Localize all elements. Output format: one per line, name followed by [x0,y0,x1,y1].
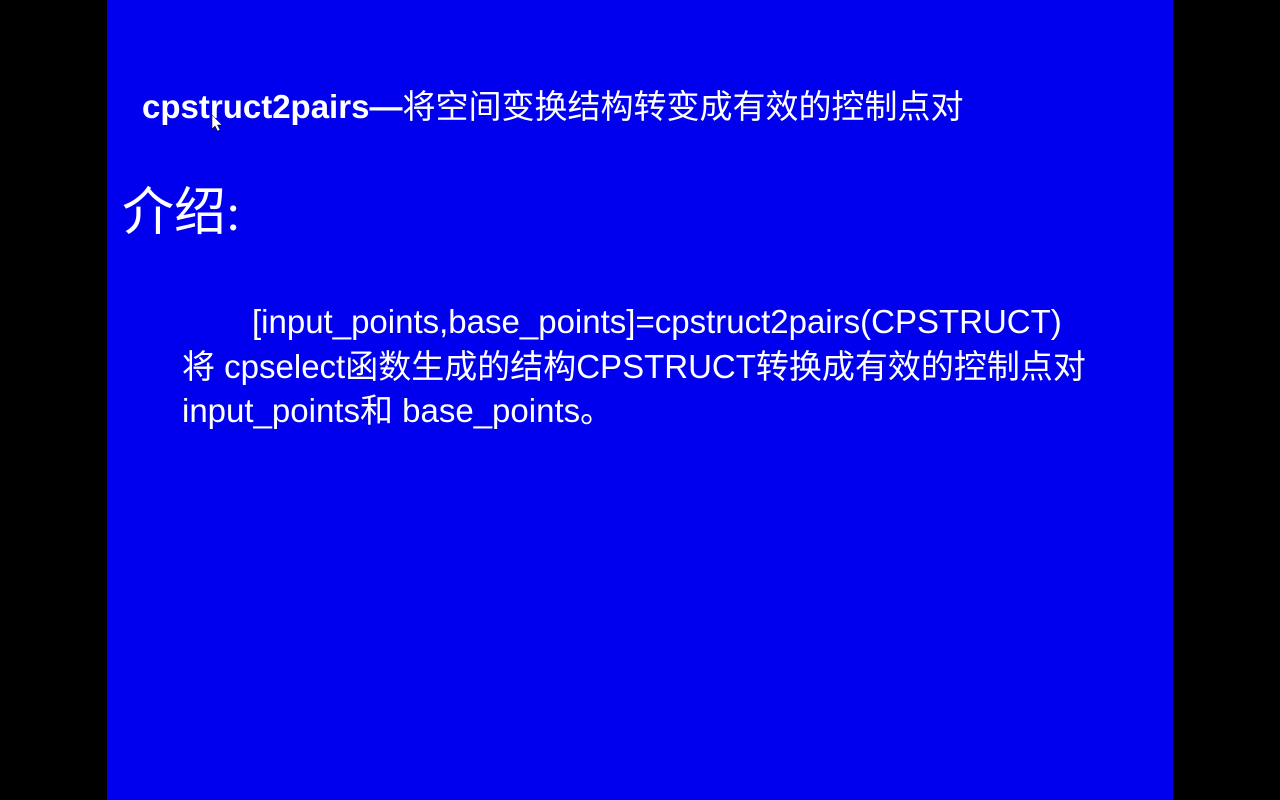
title-dash: — [369,88,402,126]
body-line1: [input_points,base_points]=cpstruct2pair… [252,303,1062,340]
title-function-name: cpstruct2pairs [142,88,369,126]
slide-container: cpstruct2pairs—将空间变换结构转变成有效的控制点对 介绍: [in… [107,0,1173,800]
body-line2: 将 cpselect函数生成的结构CPSTRUCT转换成有效的控制点对 [182,348,1086,385]
body-line3: input_points和 base_points。 [182,392,613,429]
title-description: 将空间变换结构转变成有效的控制点对 [402,80,963,128]
section-heading: 介绍: [122,170,240,245]
slide-title: cpstruct2pairs—将空间变换结构转变成有效的控制点对 [142,80,963,128]
body-text: [input_points,base_points]=cpstruct2pair… [182,300,1152,434]
